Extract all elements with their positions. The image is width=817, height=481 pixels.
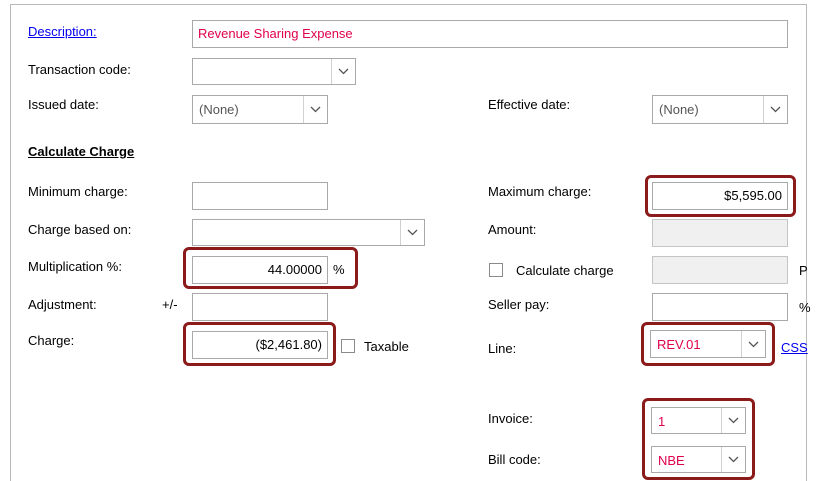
chevron-down-icon[interactable] xyxy=(331,59,355,84)
calculate-charge-heading: Calculate Charge xyxy=(28,144,135,159)
calculate-charge-label: Calculate charge xyxy=(516,263,614,278)
calculate-charge-value xyxy=(652,256,788,284)
line-highlight xyxy=(641,322,775,366)
calculate-charge-suffix: P xyxy=(799,263,808,278)
description-input[interactable]: Revenue Sharing Expense xyxy=(192,20,788,48)
chevron-down-icon[interactable] xyxy=(303,96,327,123)
amount-label: Amount: xyxy=(488,222,537,237)
minimum-charge-label: Minimum charge: xyxy=(28,184,128,199)
taxable-checkbox[interactable] xyxy=(341,339,355,353)
transaction-code-select[interactable] xyxy=(192,58,356,85)
effective-date-label: Effective date: xyxy=(488,97,571,112)
adjustment-sign: +/- xyxy=(162,297,178,312)
adjustment-input[interactable] xyxy=(192,293,328,321)
panel-border-right xyxy=(806,4,807,481)
charge-based-on-select[interactable] xyxy=(192,219,425,246)
adjustment-label: Adjustment: xyxy=(28,297,97,312)
issued-date-label: Issued date: xyxy=(28,97,99,112)
issued-date-value: (None) xyxy=(199,102,239,117)
issued-date-select[interactable]: (None) xyxy=(192,95,328,124)
line-label: Line: xyxy=(488,341,517,356)
transaction-code-label: Transaction code: xyxy=(28,62,131,77)
calculate-charge-checkbox[interactable] xyxy=(489,263,503,277)
seller-pay-label: Seller pay: xyxy=(488,297,550,312)
chevron-down-icon[interactable] xyxy=(763,96,787,123)
charge-label: Charge: xyxy=(28,333,75,348)
amount-input xyxy=(652,219,788,247)
invoice-label: Invoice: xyxy=(488,411,533,426)
effective-date-value: (None) xyxy=(659,102,699,117)
panel-border-top xyxy=(10,4,807,5)
charge-highlight xyxy=(183,322,336,366)
seller-pay-input[interactable] xyxy=(652,293,788,321)
multiplication-pct-highlight xyxy=(183,247,358,289)
description-link[interactable]: Description: xyxy=(28,24,97,40)
taxable-label: Taxable xyxy=(364,339,409,354)
seller-pay-suffix: % xyxy=(799,300,811,315)
maximum-charge-highlight xyxy=(645,175,796,217)
minimum-charge-input[interactable] xyxy=(192,182,328,210)
css-link[interactable]: CSS xyxy=(781,340,808,356)
invoice-billcode-highlight xyxy=(642,398,755,480)
multiplication-pct-label: Multiplication %: xyxy=(28,259,122,274)
charge-based-on-label: Charge based on: xyxy=(28,222,132,237)
effective-date-select[interactable]: (None) xyxy=(652,95,788,124)
chevron-down-icon[interactable] xyxy=(400,220,424,245)
panel-border-left xyxy=(10,4,11,481)
bill-code-label: Bill code: xyxy=(488,452,541,467)
maximum-charge-label: Maximum charge: xyxy=(488,184,592,199)
